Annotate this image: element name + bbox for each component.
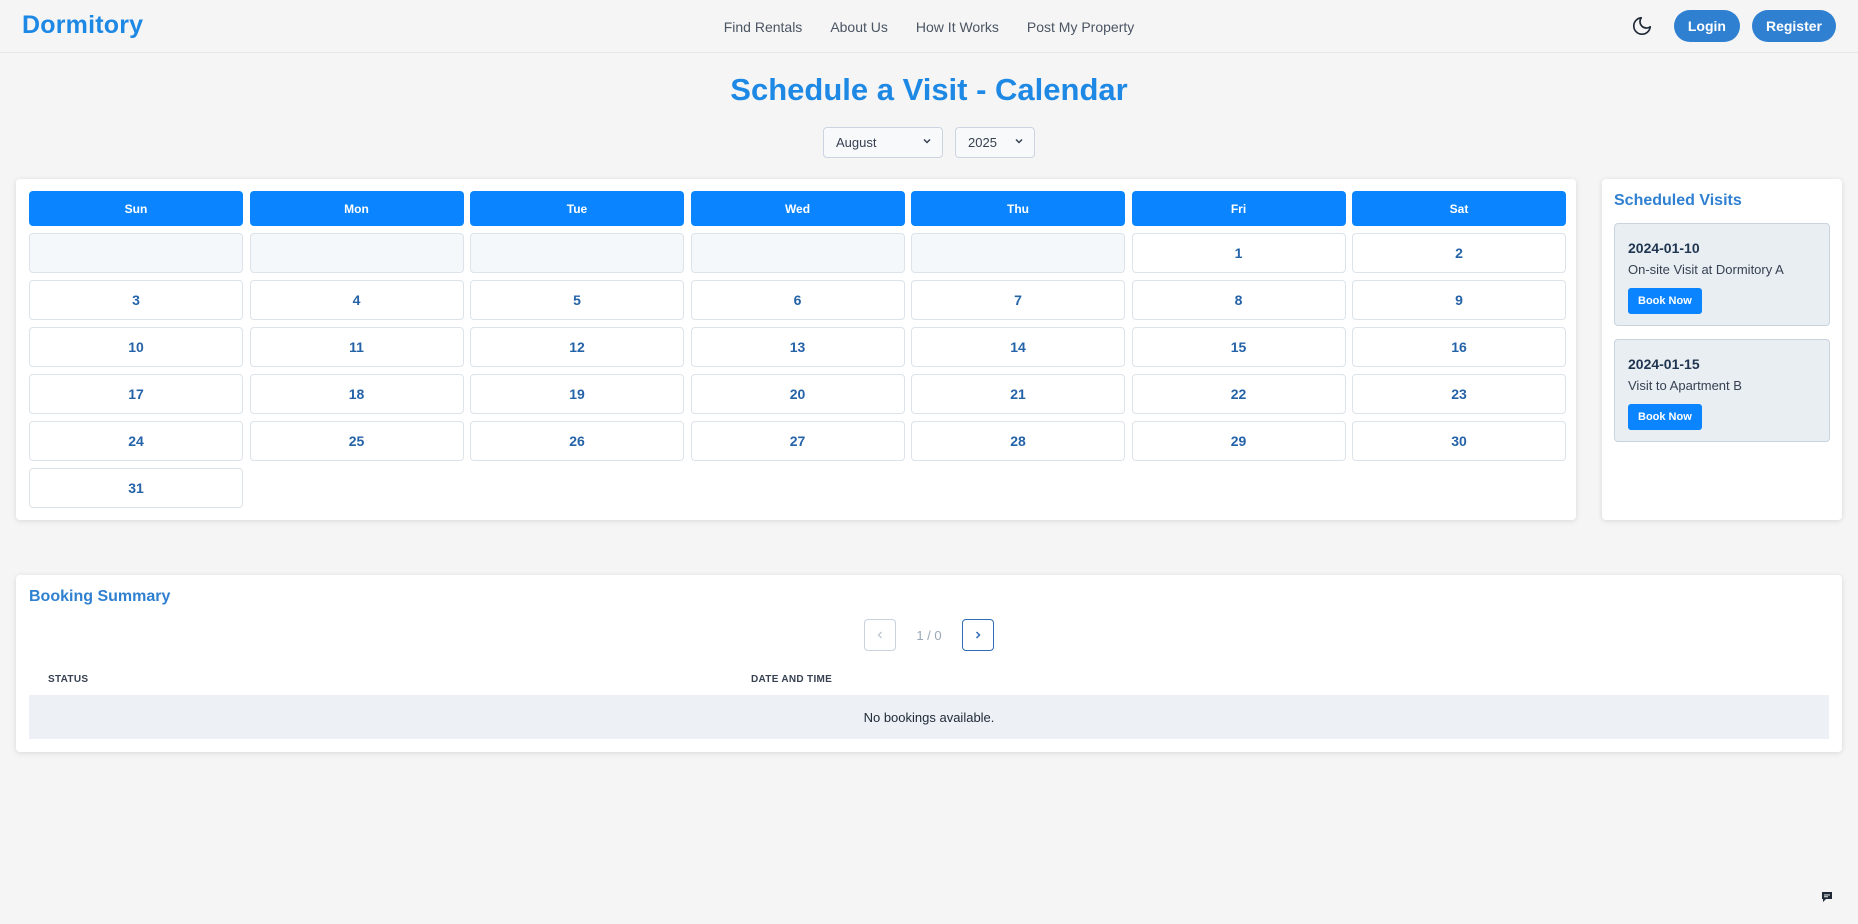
calendar-blank-cell	[470, 233, 684, 273]
book-now-button[interactable]: Book Now	[1628, 404, 1702, 430]
nav-actions: Login Register	[1628, 10, 1836, 42]
calendar-day-19[interactable]: 19	[470, 374, 684, 414]
next-page-button[interactable]	[962, 619, 994, 651]
calendar-card: Sun Mon Tue Wed Thu Fri Sat 1 2 3 4 5 6 7 8 9 10 11 12 13 14…	[16, 179, 1576, 520]
calendar-day-16[interactable]: 16	[1352, 327, 1566, 367]
visit-card: 2024-01-10 On-site Visit at Dormitory A …	[1614, 223, 1830, 326]
visit-description: Visit to Apartment B	[1628, 378, 1742, 393]
pagination: 1 / 0	[16, 619, 1842, 651]
visit-date: 2024-01-15	[1628, 356, 1700, 372]
weekday-header-tue: Tue	[470, 191, 684, 226]
calendar-day-5[interactable]: 5	[470, 280, 684, 320]
weekday-header-wed: Wed	[690, 191, 905, 226]
nav-link-about-us[interactable]: About Us	[830, 19, 888, 35]
chevron-right-icon	[974, 628, 982, 642]
weekday-header-mon: Mon	[249, 191, 464, 226]
book-now-button[interactable]: Book Now	[1628, 288, 1702, 314]
calendar-day-15[interactable]: 15	[1131, 327, 1346, 367]
nav-link-how-it-works[interactable]: How It Works	[916, 19, 999, 35]
moon-icon[interactable]	[1628, 12, 1656, 40]
brand-logo[interactable]: Dormitory	[22, 11, 143, 40]
calendar-day-26[interactable]: 26	[470, 421, 684, 461]
calendar-day-8[interactable]: 8	[1131, 280, 1346, 320]
nav-link-post-property[interactable]: Post My Property	[1027, 19, 1134, 35]
column-header-date-time: DATE AND TIME	[751, 674, 833, 685]
weekday-header-thu: Thu	[911, 191, 1125, 226]
scheduled-visits-title: Scheduled Visits	[1614, 192, 1742, 209]
calendar-day-10[interactable]: 10	[29, 327, 243, 367]
calendar-day-6[interactable]: 6	[690, 280, 905, 320]
calendar-day-22[interactable]: 22	[1131, 374, 1346, 414]
booking-summary-card: Booking Summary 1 / 0 STATUS DATE AND TI…	[16, 575, 1842, 752]
login-button[interactable]: Login	[1673, 10, 1740, 42]
calendar-day-17[interactable]: 17	[29, 374, 243, 414]
chat-icon[interactable]	[1820, 890, 1834, 904]
visit-date: 2024-01-10	[1628, 240, 1700, 256]
month-select-value: August	[836, 135, 877, 150]
page-title: Schedule a Visit - Calendar	[730, 72, 1128, 107]
weekday-header-fri: Fri	[1131, 191, 1346, 226]
chevron-down-icon	[1014, 136, 1024, 149]
empty-bookings-row: No bookings available.	[29, 695, 1829, 739]
calendar-grid: Sun Mon Tue Wed Thu Fri Sat 1 2 3 4 5 6 7 8 9 10 11 12 13 14…	[29, 191, 1566, 508]
visit-description: On-site Visit at Dormitory A	[1628, 262, 1784, 277]
calendar-day-11[interactable]: 11	[249, 327, 464, 367]
calendar-day-1[interactable]: 1	[1131, 233, 1346, 273]
weekday-header-sun: Sun	[29, 191, 243, 226]
chevron-left-icon	[876, 628, 884, 642]
month-select[interactable]: August	[823, 127, 943, 158]
visit-card: 2024-01-15 Visit to Apartment B Book Now	[1614, 339, 1830, 442]
column-header-status: STATUS	[48, 674, 89, 685]
calendar-day-23[interactable]: 23	[1352, 374, 1566, 414]
calendar-day-24[interactable]: 24	[29, 421, 243, 461]
calendar-day-30[interactable]: 30	[1352, 421, 1566, 461]
calendar-day-14[interactable]: 14	[911, 327, 1125, 367]
calendar-day-12[interactable]: 12	[470, 327, 684, 367]
calendar-blank-cell	[29, 233, 243, 273]
calendar-day-28[interactable]: 28	[911, 421, 1125, 461]
nav-links: Find Rentals About Us How It Works Post …	[0, 0, 1858, 53]
month-year-selectors: August 2025	[0, 127, 1858, 158]
calendar-day-31[interactable]: 31	[29, 468, 243, 508]
prev-page-button[interactable]	[864, 619, 896, 651]
calendar-blank-cell	[911, 233, 1125, 273]
calendar-day-2[interactable]: 2	[1352, 233, 1566, 273]
calendar-day-21[interactable]: 21	[911, 374, 1125, 414]
calendar-day-7[interactable]: 7	[911, 280, 1125, 320]
calendar-day-20[interactable]: 20	[690, 374, 905, 414]
nav-link-find-rentals[interactable]: Find Rentals	[724, 19, 803, 35]
calendar-blank-cell	[690, 233, 905, 273]
scheduled-visits-panel: Scheduled Visits 2024-01-10 On-site Visi…	[1602, 179, 1842, 520]
calendar-day-3[interactable]: 3	[29, 280, 243, 320]
calendar-day-13[interactable]: 13	[690, 327, 905, 367]
calendar-blank-cell	[249, 233, 464, 273]
register-button[interactable]: Register	[1751, 10, 1836, 42]
top-navbar: Dormitory Find Rentals About Us How It W…	[0, 0, 1858, 53]
booking-summary-title: Booking Summary	[29, 588, 171, 605]
calendar-day-18[interactable]: 18	[249, 374, 464, 414]
calendar-day-27[interactable]: 27	[690, 421, 905, 461]
calendar-day-4[interactable]: 4	[249, 280, 464, 320]
calendar-day-29[interactable]: 29	[1131, 421, 1346, 461]
calendar-day-25[interactable]: 25	[249, 421, 464, 461]
calendar-day-9[interactable]: 9	[1352, 280, 1566, 320]
page-indicator: 1 / 0	[916, 627, 942, 643]
chevron-down-icon	[922, 136, 932, 149]
year-select-value: 2025	[968, 135, 997, 150]
year-select[interactable]: 2025	[955, 127, 1035, 158]
weekday-header-sat: Sat	[1352, 191, 1566, 226]
